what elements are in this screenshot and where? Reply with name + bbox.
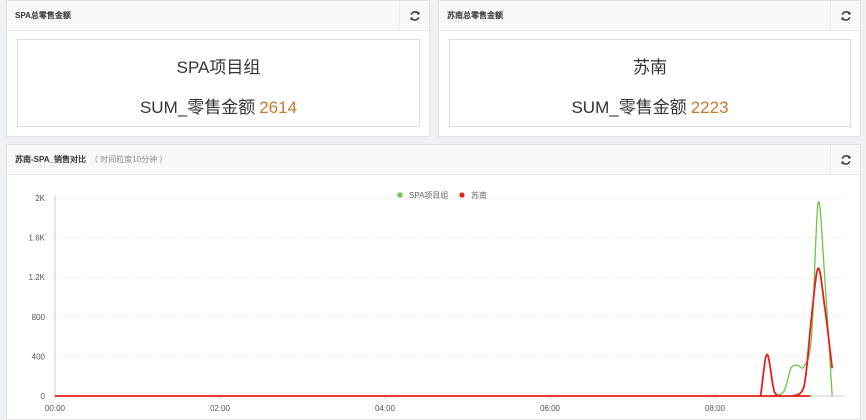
refresh-icon <box>409 10 420 21</box>
sunan-refresh-button[interactable] <box>830 1 860 30</box>
sunan-panel-title: 苏南总零售金额 <box>447 11 503 20</box>
compare-chart-panel: 苏南-SPA_销售对比 （ 时间粒度10分钟 ） <box>6 144 861 420</box>
sunan-total-panel: 苏南总零售金额 苏南 SUM_零售金额 2223 <box>438 0 861 137</box>
compare-panel-title: 苏南-SPA_销售对比 <box>15 155 86 164</box>
sunan-kpi-value: 2223 <box>690 98 729 117</box>
spa-kpi-value: 2614 <box>259 98 298 117</box>
compare-refresh-button[interactable] <box>830 145 860 174</box>
spa-total-panel: SPA总零售金额 SPA项目组 SUM_零售金额 2614 <box>6 0 430 137</box>
spa-kpi-metric: SUM_零售金额 2614 <box>18 93 419 118</box>
sunan-panel-header: 苏南总零售金额 <box>439 1 860 31</box>
sunan-kpi-metric-label: SUM_零售金额 <box>571 98 687 117</box>
sunan-kpi-card: 苏南 SUM_零售金额 2223 <box>449 39 851 127</box>
spa-refresh-button[interactable] <box>399 1 429 30</box>
spa-panel-header: SPA总零售金额 <box>7 1 429 31</box>
spa-panel-title: SPA总零售金额 <box>15 11 71 20</box>
sunan-kpi-metric: SUM_零售金额 2223 <box>450 93 850 118</box>
compare-panel-header: 苏南-SPA_销售对比 （ 时间粒度10分钟 ） <box>7 145 860 175</box>
spa-kpi-name: SPA项目组 <box>176 58 261 77</box>
compare-panel-subtitle: （ 时间粒度10分钟 ） <box>89 155 168 164</box>
refresh-icon <box>840 10 851 21</box>
spa-kpi-card: SPA项目组 SUM_零售金额 2614 <box>17 39 420 127</box>
sunan-kpi-name: 苏南 <box>633 58 667 77</box>
spa-kpi-metric-label: SUM_零售金额 <box>139 98 256 117</box>
refresh-icon <box>840 154 851 165</box>
